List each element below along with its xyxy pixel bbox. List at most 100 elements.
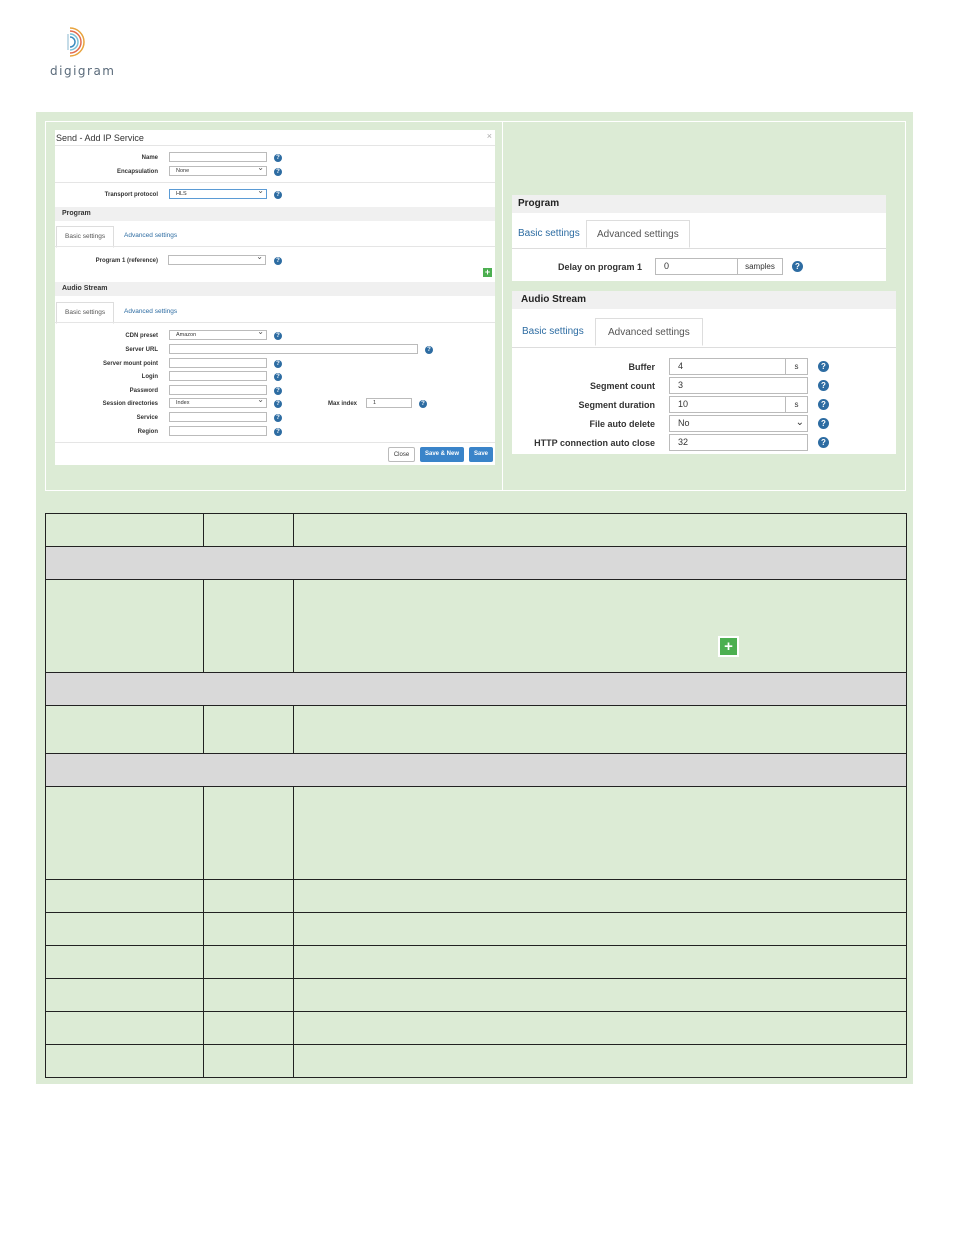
save-and-new-button[interactable]: Save & New: [420, 447, 464, 462]
table-header-row: [45, 513, 907, 547]
server-mount-point-label: Server mount point: [102, 361, 158, 367]
tab-audio-advanced[interactable]: Advanced settings: [116, 302, 185, 322]
login-input[interactable]: [169, 371, 267, 381]
table-row: [45, 879, 907, 913]
help-icon[interactable]: ?: [818, 418, 829, 429]
audio-panel-header: Audio Stream: [512, 291, 896, 309]
segment-duration-input[interactable]: 10: [669, 396, 786, 413]
server-url-input[interactable]: [169, 344, 418, 354]
session-directories-select[interactable]: Index: [169, 396, 267, 408]
help-icon[interactable]: ?: [425, 346, 433, 354]
audio-stream-advanced-panel: Audio Stream Basic settings Advanced set…: [512, 291, 896, 454]
save-button[interactable]: Save: [469, 447, 493, 462]
help-icon[interactable]: ?: [274, 257, 282, 265]
modal-close-icon[interactable]: ×: [487, 131, 492, 141]
program-panel-header: Program: [512, 195, 886, 213]
table-section-row: [45, 672, 907, 706]
screenshot-divider: [502, 121, 503, 491]
session-directories-label: Session directories: [102, 401, 158, 407]
table-row: [45, 705, 907, 754]
file-auto-delete-select[interactable]: No ⌄: [669, 415, 808, 432]
tab-program-advanced[interactable]: Advanced settings: [586, 220, 690, 248]
help-icon[interactable]: ?: [818, 437, 829, 448]
help-icon[interactable]: ?: [274, 428, 282, 436]
buffer-unit: s: [785, 358, 808, 375]
chevron-down-icon: ⌄: [795, 417, 804, 428]
help-icon[interactable]: ?: [274, 373, 282, 381]
program-1-select[interactable]: [168, 253, 266, 265]
table-section-row: [45, 753, 907, 787]
segment-duration-unit: s: [785, 396, 808, 413]
modal-title: Send - Add IP Service: [56, 133, 144, 143]
service-input[interactable]: [169, 412, 267, 422]
help-icon[interactable]: ?: [274, 387, 282, 395]
program-advanced-panel: Program Basic settings Advanced settings…: [512, 195, 886, 281]
login-label: Login: [141, 374, 158, 380]
add-ip-service-modal: Send - Add IP Service × Name ? Encapsula…: [55, 130, 495, 465]
help-icon[interactable]: ?: [419, 400, 427, 408]
cdn-preset-select[interactable]: Amazon: [169, 328, 267, 340]
max-index-label: Max index: [327, 401, 357, 407]
table-row: [45, 912, 907, 946]
buffer-label: Buffer: [628, 362, 656, 372]
help-icon[interactable]: ?: [274, 360, 282, 368]
buffer-input[interactable]: 4: [669, 358, 786, 375]
help-icon[interactable]: ?: [792, 261, 803, 272]
table-row: [45, 1044, 907, 1078]
transport-protocol-label: Transport protocol: [104, 192, 158, 198]
cdn-preset-label: CDN preset: [125, 333, 158, 339]
segment-count-label: Segment count: [589, 381, 655, 391]
help-icon[interactable]: ?: [274, 414, 282, 422]
program-section-header: Program: [55, 207, 495, 221]
logo-text: digigram: [50, 64, 116, 78]
region-label: Region: [137, 429, 158, 435]
table-row: [45, 786, 907, 880]
parameters-table: +: [45, 513, 907, 1078]
tab-audio-basic[interactable]: Basic settings: [512, 318, 594, 346]
tab-audio-basic[interactable]: Basic settings: [56, 302, 115, 324]
table-section-row: [45, 546, 907, 580]
http-connection-auto-close-label: HTTP connection auto close: [534, 438, 655, 448]
server-mount-point-input[interactable]: [169, 358, 267, 368]
delay-unit: samples: [737, 258, 783, 275]
table-row: [45, 978, 907, 1012]
segment-count-input[interactable]: 3: [669, 377, 808, 394]
program-1-label: Program 1 (reference): [95, 258, 158, 264]
help-icon[interactable]: ?: [274, 154, 282, 162]
help-icon[interactable]: ?: [818, 399, 829, 410]
segment-duration-label: Segment duration: [578, 400, 655, 410]
tab-program-basic[interactable]: Basic settings: [508, 220, 590, 248]
delay-program-1-input[interactable]: 0: [655, 258, 738, 275]
tab-program-basic[interactable]: Basic settings: [56, 226, 115, 248]
http-connection-auto-close-input[interactable]: 32: [669, 434, 808, 451]
delay-program-1-label: Delay on program 1: [557, 262, 642, 272]
help-icon[interactable]: ?: [274, 332, 282, 340]
transport-protocol-select[interactable]: HLS: [169, 187, 267, 199]
help-icon[interactable]: ?: [274, 400, 282, 408]
encapsulation-select[interactable]: None: [169, 164, 267, 176]
service-label: Service: [136, 415, 158, 421]
table-row: [45, 1011, 907, 1045]
table-row: +: [45, 579, 907, 673]
region-input[interactable]: [169, 426, 267, 436]
help-icon[interactable]: ?: [274, 191, 282, 199]
add-program-icon[interactable]: +: [483, 268, 492, 277]
file-auto-delete-value: No: [678, 418, 690, 428]
name-label: Name: [141, 155, 158, 161]
max-index-input[interactable]: 1: [366, 398, 412, 408]
tab-program-advanced[interactable]: Advanced settings: [116, 226, 185, 246]
help-icon[interactable]: ?: [818, 380, 829, 391]
encapsulation-label: Encapsulation: [116, 169, 158, 175]
table-row: [45, 945, 907, 979]
add-program-icon: +: [718, 636, 739, 657]
help-icon[interactable]: ?: [274, 168, 282, 176]
file-auto-delete-label: File auto delete: [589, 419, 655, 429]
password-input[interactable]: [169, 385, 267, 395]
help-icon[interactable]: ?: [818, 361, 829, 372]
audio-stream-section-header: Audio Stream: [55, 282, 495, 296]
password-label: Password: [129, 388, 158, 394]
name-input[interactable]: [169, 152, 267, 162]
tab-audio-advanced[interactable]: Advanced settings: [595, 318, 703, 346]
close-button[interactable]: Close: [388, 447, 415, 462]
server-url-label: Server URL: [125, 347, 158, 353]
